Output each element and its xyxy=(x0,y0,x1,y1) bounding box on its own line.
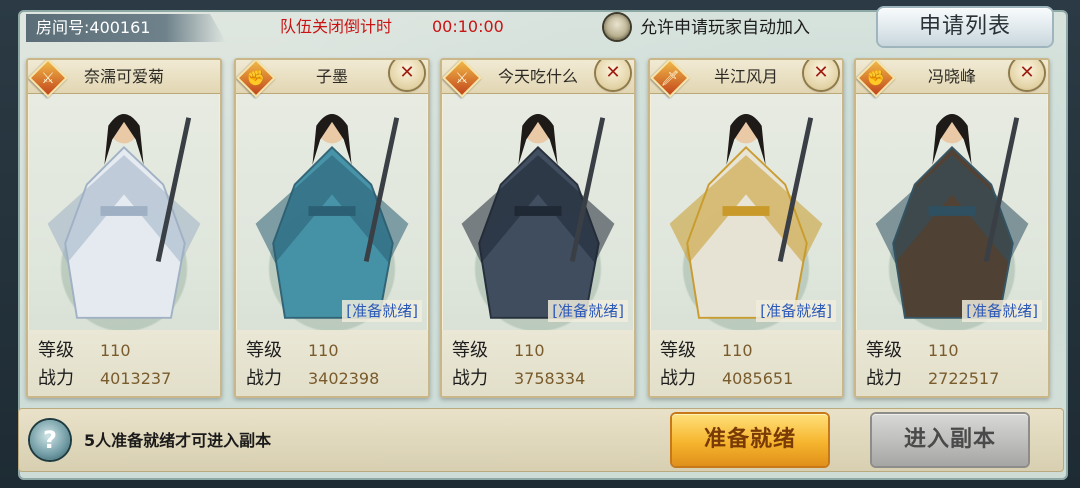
power-row: 战力 3402398 xyxy=(246,366,426,392)
character-belt xyxy=(514,206,562,216)
player-card[interactable]: ⚔ 今天吃什么 ✕ [准备就绪] 等级 110 战力 3758334 xyxy=(440,58,636,398)
character-belt xyxy=(100,206,148,216)
auto-join-radio[interactable] xyxy=(604,14,630,40)
level-label: 等级 xyxy=(452,340,488,361)
enter-dungeon-button[interactable]: 进入副本 xyxy=(872,414,1028,466)
character-belt xyxy=(722,206,770,216)
character-figure xyxy=(669,114,823,319)
player-card[interactable]: 🗡 半江风月 ✕ [准备就绪] 等级 110 战力 4085651 xyxy=(648,58,844,398)
countdown-label: 队伍关闭倒计时 xyxy=(280,17,393,36)
power-label: 战力 xyxy=(452,368,488,389)
character-figure xyxy=(255,114,409,319)
level-value: 110 xyxy=(514,341,545,360)
level-label: 等级 xyxy=(866,340,902,361)
power-row: 战力 2722517 xyxy=(866,366,1046,392)
player-stats: 等级 110 战力 4085651 xyxy=(650,330,842,396)
room-number: 房间号:400161 xyxy=(26,14,226,42)
power-label: 战力 xyxy=(246,368,282,389)
player-stats: 等级 110 战力 3758334 xyxy=(442,330,634,396)
level-row: 等级 110 xyxy=(38,338,218,364)
countdown-timer: 00:10:00 xyxy=(432,17,504,36)
level-row: 等级 110 xyxy=(866,338,1046,364)
player-name: 奈濡可爱菊 xyxy=(83,67,164,86)
ready-button[interactable]: 准备就绪 xyxy=(672,414,828,466)
power-value: 3402398 xyxy=(308,369,380,388)
character-figure xyxy=(47,114,201,319)
auto-join-label[interactable]: 允许申请玩家自动加入 xyxy=(640,16,810,40)
character-belt xyxy=(928,206,976,216)
level-value: 110 xyxy=(722,341,753,360)
power-value: 2722517 xyxy=(928,369,1000,388)
level-label: 等级 xyxy=(660,340,696,361)
power-value: 4013237 xyxy=(100,369,172,388)
level-label: 等级 xyxy=(246,340,282,361)
level-row: 等级 110 xyxy=(246,338,426,364)
ready-status-tag: [准备就绪] xyxy=(756,300,836,322)
level-value: 110 xyxy=(928,341,959,360)
player-stats: 等级 110 战力 2722517 xyxy=(856,330,1048,396)
power-row: 战力 4085651 xyxy=(660,366,840,392)
level-value: 110 xyxy=(100,341,131,360)
character-figure xyxy=(461,114,615,319)
character-figure xyxy=(875,114,1029,319)
player-card[interactable]: ⚔ 奈濡可爱菊 等级 110 战力 4013237 xyxy=(26,58,222,398)
level-value: 110 xyxy=(308,341,339,360)
power-label: 战力 xyxy=(38,368,74,389)
ready-status-tag: [准备就绪] xyxy=(962,300,1042,322)
power-label: 战力 xyxy=(866,368,902,389)
ready-status-tag: [准备就绪] xyxy=(548,300,628,322)
player-card[interactable]: ✊ 冯晓峰 ✕ [准备就绪] 等级 110 战力 2722517 xyxy=(854,58,1050,398)
level-label: 等级 xyxy=(38,340,74,361)
power-value: 4085651 xyxy=(722,369,794,388)
level-row: 等级 110 xyxy=(660,338,840,364)
help-icon[interactable]: ? xyxy=(30,420,70,460)
player-stats: 等级 110 战力 3402398 xyxy=(236,330,428,396)
ready-status-tag: [准备就绪] xyxy=(342,300,422,322)
apply-list-button[interactable]: 申请列表 xyxy=(878,8,1052,46)
ready-hint: 5人准备就绪才可进入副本 xyxy=(84,431,272,450)
character-belt xyxy=(308,206,356,216)
power-row: 战力 3758334 xyxy=(452,366,632,392)
power-label: 战力 xyxy=(660,368,696,389)
player-card[interactable]: ✊ 子墨 ✕ [准备就绪] 等级 110 战力 3402398 xyxy=(234,58,430,398)
player-stats: 等级 110 战力 4013237 xyxy=(28,330,220,396)
power-row: 战力 4013237 xyxy=(38,366,218,392)
power-value: 3758334 xyxy=(514,369,586,388)
level-row: 等级 110 xyxy=(452,338,632,364)
